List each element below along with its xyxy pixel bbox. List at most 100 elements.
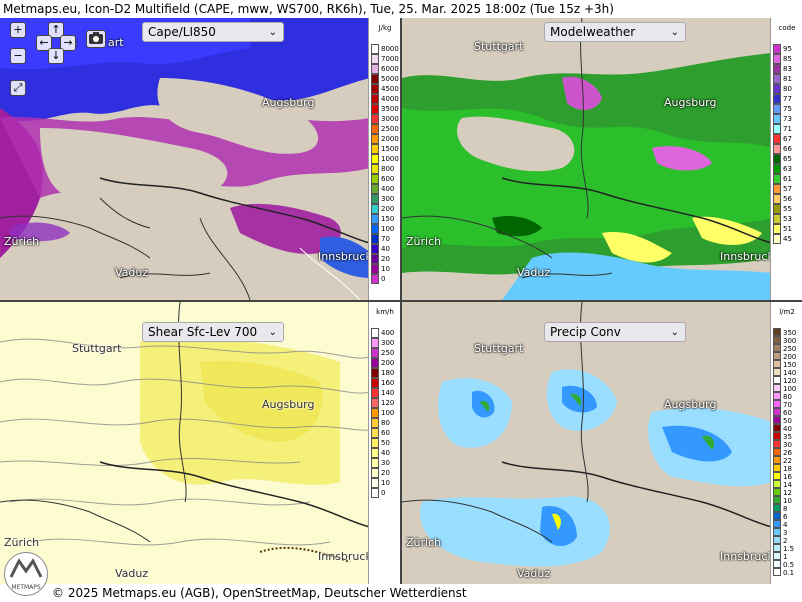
colorbar-swatch bbox=[773, 44, 781, 54]
colorbar-label: 100 bbox=[381, 225, 395, 233]
chevron-down-icon: ⌄ bbox=[268, 27, 277, 38]
metmaps-logo: METMAPS bbox=[4, 552, 48, 596]
colorbar-step: 200 bbox=[371, 204, 399, 214]
fullscreen-button[interactable]: ⤢ bbox=[10, 80, 26, 96]
colorbar-scale: 95 85 83 81 80 77 75 73 71 67 66 65 63 61 57 56 55 53 51 45 bbox=[773, 44, 801, 244]
colorbar-label: 200 bbox=[381, 205, 395, 213]
colorbar-step: 65 bbox=[773, 154, 801, 164]
colorbar-swatch bbox=[773, 384, 781, 392]
page-title: Metmaps.eu, Icon-D2 Multifield (CAPE, mw… bbox=[0, 0, 802, 18]
colorbar-step: 70 bbox=[371, 234, 399, 244]
colorbar-step: 20 bbox=[371, 254, 399, 264]
colorbar-step: 350 bbox=[773, 328, 801, 337]
shear-map[interactable] bbox=[0, 302, 400, 584]
colorbar-label: 83 bbox=[783, 65, 792, 73]
colorbar-step: 70 bbox=[773, 400, 801, 409]
colorbar-swatch bbox=[773, 194, 781, 204]
colorbar-step: 200 bbox=[773, 352, 801, 361]
colorbar-step: 1000 bbox=[371, 154, 399, 164]
zoom-in-button[interactable]: + bbox=[10, 22, 26, 38]
colorbar-label: 10 bbox=[381, 265, 390, 273]
colorbar-swatch bbox=[371, 338, 379, 348]
colorbar-swatch bbox=[371, 174, 379, 184]
colorbar-step: 56 bbox=[773, 194, 801, 204]
colorbar-label: 77 bbox=[783, 95, 792, 103]
colorbar-swatch bbox=[773, 174, 781, 184]
colorbar-step: 60 bbox=[773, 408, 801, 417]
colorbar-step: 10 bbox=[371, 264, 399, 274]
colorbar-step: 140 bbox=[773, 368, 801, 377]
colorbar-label: 250 bbox=[381, 349, 395, 357]
colorbar-swatch bbox=[773, 94, 781, 104]
colorbar-step: 80 bbox=[773, 84, 801, 94]
colorbar-label: 140 bbox=[381, 389, 395, 397]
colorbar-unit: code bbox=[778, 24, 796, 32]
layer-select-modelweather[interactable]: Modelweather ⌄ bbox=[544, 22, 686, 42]
colorbar-swatch bbox=[371, 214, 379, 224]
colorbar-step: 20 bbox=[371, 468, 399, 478]
colorbar-swatch bbox=[773, 144, 781, 154]
colorbar-swatch bbox=[773, 432, 781, 440]
colorbar-swatch bbox=[371, 418, 379, 428]
colorbar-step: 7000 bbox=[371, 54, 399, 64]
colorbar-label: 30 bbox=[381, 459, 390, 467]
colorbar-swatch bbox=[371, 154, 379, 164]
colorbar-step: 3500 bbox=[371, 104, 399, 114]
attribution-footer: © 2025 Metmaps.eu (AGB), OpenStreetMap, … bbox=[0, 584, 802, 602]
colorbar-step: 61 bbox=[773, 174, 801, 184]
colorbar-swatch bbox=[773, 204, 781, 214]
colorbar-modelweather: code 95 85 83 81 80 77 75 73 71 67 66 65 63 61 57 56 55 5… bbox=[770, 18, 802, 300]
colorbar-label: 45 bbox=[783, 235, 792, 243]
colorbar-step: 16 bbox=[773, 472, 801, 481]
colorbar-swatch bbox=[773, 214, 781, 224]
colorbar-label: 3000 bbox=[381, 115, 399, 123]
colorbar-swatch bbox=[773, 164, 781, 174]
layer-select-shear[interactable]: Shear Sfc-Lev 700 ⌄ bbox=[142, 322, 284, 342]
camera-icon[interactable] bbox=[86, 30, 106, 48]
colorbar-step: 12 bbox=[773, 488, 801, 497]
colorbar-label: 160 bbox=[381, 379, 395, 387]
city-label-stuttgart: Stuttgart bbox=[72, 342, 122, 355]
colorbar-swatch bbox=[371, 184, 379, 194]
colorbar-swatch bbox=[773, 424, 781, 432]
colorbar-step: 10 bbox=[773, 496, 801, 505]
colorbar-step: 2000 bbox=[371, 134, 399, 144]
colorbar-label: 70 bbox=[381, 235, 390, 243]
colorbar-swatch bbox=[371, 94, 379, 104]
colorbar-swatch bbox=[371, 388, 379, 398]
zoom-out-button[interactable]: − bbox=[10, 48, 26, 64]
city-label-vaduz: Vaduz bbox=[517, 567, 551, 580]
colorbar-swatch bbox=[371, 134, 379, 144]
colorbar-swatch bbox=[371, 478, 379, 488]
colorbar-label: 80 bbox=[381, 419, 390, 427]
map-panel-shear[interactable]: Shear Sfc-Lev 700 ⌄ Stuttgart Augsburg Zü… bbox=[0, 302, 400, 584]
colorbar-swatch bbox=[371, 448, 379, 458]
colorbar-swatch bbox=[371, 468, 379, 478]
colorbar-step: 80 bbox=[371, 418, 399, 428]
colorbar-swatch bbox=[371, 328, 379, 338]
colorbar-swatch bbox=[371, 244, 379, 254]
colorbar-swatch bbox=[371, 348, 379, 358]
map-panel-modelweather[interactable]: Modelweather ⌄ Stuttgart Augsburg Zürich … bbox=[402, 18, 802, 300]
colorbar-swatch bbox=[773, 552, 781, 560]
colorbar-step: 4 bbox=[773, 520, 801, 529]
layer-select-precip[interactable]: Precip Conv ⌄ bbox=[544, 322, 686, 342]
city-label-vaduz: Vaduz bbox=[115, 266, 149, 279]
map-panel-precip[interactable]: Precip Conv ⌄ Stuttgart Augsburg Zürich V… bbox=[402, 302, 802, 584]
city-label-innsbruck: Innsbruck bbox=[720, 550, 774, 563]
pan-down-button[interactable]: ↓ bbox=[48, 48, 64, 64]
colorbar-precip: l/m2 350 300 250 200 150 140 120 100 80 70 60 50 40 3… bbox=[770, 302, 802, 584]
precip-map[interactable] bbox=[402, 302, 802, 584]
colorbar-step: 30 bbox=[371, 458, 399, 468]
colorbar-swatch bbox=[773, 184, 781, 194]
colorbar-shear: km/h 400 300 250 200 180 160 140 120 100 80 60 50 40… bbox=[368, 302, 400, 584]
layer-select-cape[interactable]: Cape/LI850 ⌄ bbox=[142, 22, 284, 42]
colorbar-label: 81 bbox=[783, 75, 792, 83]
colorbar-swatch bbox=[773, 456, 781, 464]
colorbar-label: 56 bbox=[783, 195, 792, 203]
map-panel-cape[interactable]: Cape/LI850 ⌄ Augsburg Zürich Vaduz Innsbr… bbox=[0, 18, 400, 300]
colorbar-step: 3 bbox=[773, 528, 801, 537]
colorbar-step: 40 bbox=[371, 244, 399, 254]
colorbar-swatch bbox=[773, 472, 781, 480]
colorbar-label: 3500 bbox=[381, 105, 399, 113]
